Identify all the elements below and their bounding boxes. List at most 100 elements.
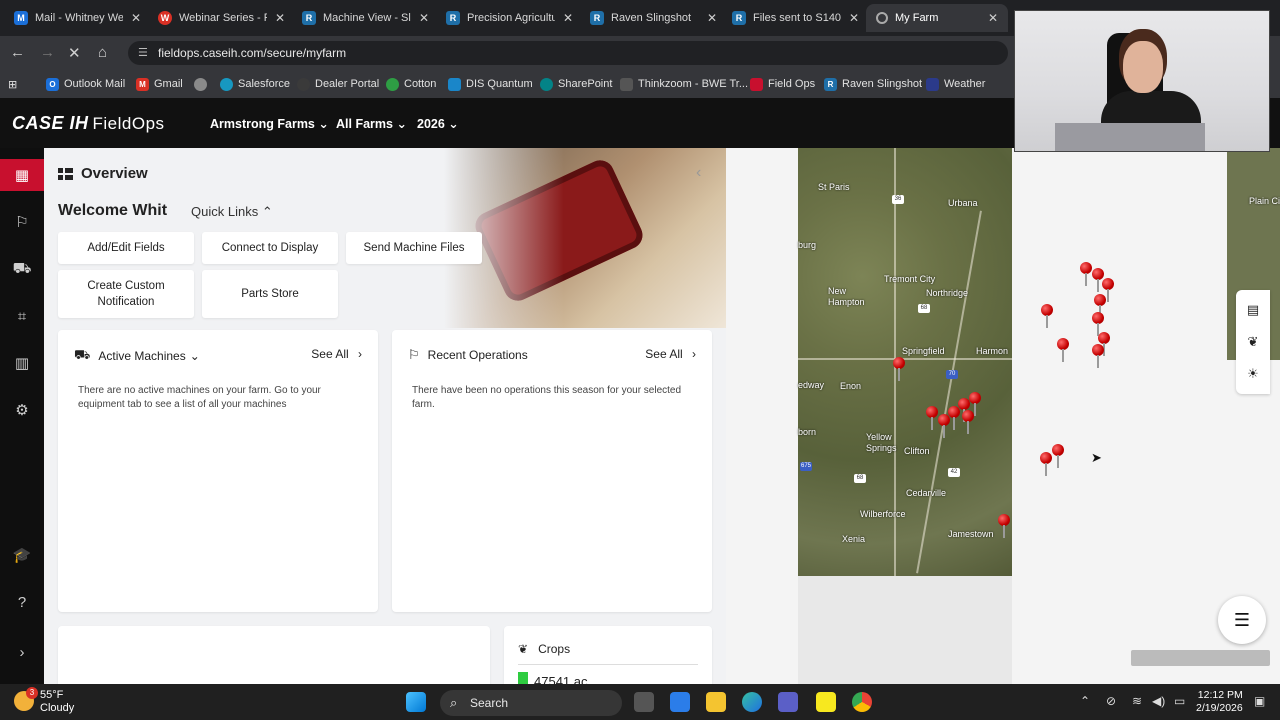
volume-icon[interactable]: ◀) <box>1152 694 1165 708</box>
site-info-icon[interactable]: ☰ <box>138 41 148 65</box>
bookmark-weather[interactable]: Weather <box>926 76 985 92</box>
create-custom-notification-button[interactable]: Create Custom Notification <box>58 270 194 318</box>
sync-off-icon[interactable]: ⊘ <box>1106 694 1116 708</box>
parts-store-button[interactable]: Parts Store <box>202 270 338 318</box>
bookmark-dis-quantum[interactable]: DIS Quantum <box>448 76 533 92</box>
windows-start-icon[interactable] <box>406 692 426 712</box>
year-dropdown[interactable]: 2026 ⌄ <box>417 116 459 131</box>
apps-grid-icon[interactable]: ⊞ <box>8 76 17 92</box>
wifi-icon[interactable]: ≋ <box>1132 694 1142 708</box>
org-dropdown[interactable]: Armstrong Farms ⌄ <box>210 116 329 131</box>
field-pin[interactable] <box>893 357 905 381</box>
bookmark-outlook[interactable]: O Outlook Mail <box>46 76 125 92</box>
chat-support-button[interactable]: ☰ <box>1218 596 1266 644</box>
field-pin[interactable] <box>1057 338 1069 362</box>
field-pin[interactable] <box>958 398 970 422</box>
active-machines-see-all[interactable]: See All › <box>311 347 362 361</box>
close-icon[interactable]: ✕ <box>707 11 717 25</box>
sticky-notes-icon[interactable] <box>816 692 836 712</box>
field-pin[interactable] <box>1052 444 1064 468</box>
field-pin[interactable] <box>1098 332 1110 356</box>
bookmark-salesforce[interactable]: Salesforce <box>220 76 290 92</box>
bookmark-dealer-portal[interactable]: Dealer Portal <box>297 76 379 92</box>
bookmark-thinkzoom[interactable]: Thinkzoom - BWE Tr... <box>620 76 748 92</box>
field-pin[interactable] <box>998 514 1010 538</box>
back-icon[interactable]: ← <box>10 44 25 61</box>
field-pin[interactable] <box>1094 294 1106 318</box>
close-icon[interactable]: ✕ <box>563 11 573 25</box>
field-pin[interactable] <box>1102 278 1114 302</box>
close-icon[interactable]: ✕ <box>849 11 859 25</box>
browser-tab[interactable]: M Mail - Whitney We ✕ <box>4 4 151 32</box>
browser-tab[interactable]: R Machine View - Sli ✕ <box>292 4 439 32</box>
globe-icon <box>194 77 207 91</box>
caseih-fieldops-logo[interactable]: CASE IH FieldOps <box>12 113 165 134</box>
nav-learning-icon[interactable]: 🎓 <box>0 539 44 571</box>
send-machine-files-button[interactable]: Send Machine Files <box>346 232 482 264</box>
file-explorer-icon[interactable] <box>706 692 726 712</box>
quick-links-toggle[interactable]: Quick Links ⌃ <box>191 204 273 220</box>
weather-layer-icon[interactable]: ☀ <box>1236 360 1270 388</box>
active-machines-dropdown[interactable]: ⛟ Active Machines ⌄ <box>74 347 200 365</box>
browser-tab[interactable]: W Webinar Series - Fe ✕ <box>148 4 295 32</box>
field-pin[interactable] <box>1080 262 1092 286</box>
field-pin[interactable] <box>1041 304 1053 328</box>
notifications-icon[interactable]: ▣ <box>1254 694 1265 708</box>
nav-overview-icon[interactable]: ▦ <box>0 159 44 191</box>
chrome-icon[interactable] <box>852 692 872 712</box>
taskbar-clock[interactable]: 12:12 PM 2/19/2026 <box>1196 689 1243 715</box>
close-icon[interactable]: ✕ <box>275 11 285 25</box>
map-layer-icon[interactable]: ▤ <box>1236 296 1270 324</box>
nav-equipment-icon[interactable]: ⛟ <box>0 253 44 285</box>
bookmark-sharepoint[interactable]: SharePoint <box>540 76 612 92</box>
field-pin[interactable] <box>1092 344 1104 368</box>
add-edit-fields-button[interactable]: Add/Edit Fields <box>58 232 194 264</box>
bookmark-globe[interactable] <box>194 76 212 92</box>
chevron-up-icon[interactable]: ⌃ <box>1080 694 1090 708</box>
browser-tab[interactable]: R Raven Slingshot ✕ <box>580 4 727 32</box>
bookmark-raven[interactable]: R Raven Slingshot <box>824 76 922 92</box>
collapse-panel-icon[interactable]: ‹ <box>696 164 701 182</box>
farm-map[interactable]: St Paris Urbana burg Tremont City Northr… <box>726 148 1280 684</box>
battery-icon[interactable]: ▭ <box>1174 694 1185 708</box>
recent-operations-see-all[interactable]: See All › <box>645 347 696 361</box>
nav-fields-icon[interactable]: ⚐ <box>0 206 44 238</box>
recent-operations-card: ⚐ Recent Operations See All › There have… <box>392 330 712 612</box>
field-pin[interactable] <box>1092 268 1104 292</box>
close-icon[interactable]: ✕ <box>988 11 998 25</box>
map-scrollbar[interactable] <box>1131 650 1270 666</box>
map-label: St Paris <box>818 182 850 192</box>
field-pin[interactable] <box>948 406 960 430</box>
field-pin[interactable] <box>969 392 981 416</box>
field-pin[interactable] <box>962 410 974 434</box>
browser-tab[interactable]: R Precision Agricultu ✕ <box>436 4 583 32</box>
field-pin[interactable] <box>1092 312 1104 336</box>
field-pin[interactable] <box>938 414 950 438</box>
close-icon[interactable]: ✕ <box>131 11 141 25</box>
nav-expand-icon[interactable]: › <box>0 636 44 668</box>
field-pin[interactable] <box>926 406 938 430</box>
connect-display-button[interactable]: Connect to Display <box>202 232 338 264</box>
field-pin[interactable] <box>1040 452 1052 476</box>
taskbar-search[interactable]: ⌕ Search <box>440 690 622 716</box>
nav-help-icon[interactable]: ? <box>0 586 44 618</box>
edge-icon[interactable] <box>742 692 762 712</box>
nav-operations-icon[interactable]: ⌗ <box>0 300 44 332</box>
nav-reports-icon[interactable]: ▥ <box>0 347 44 379</box>
forward-icon[interactable]: → <box>40 44 55 61</box>
nav-settings-icon[interactable]: ⚙ <box>0 394 44 426</box>
stop-icon[interactable]: ✕ <box>68 44 81 62</box>
farms-dropdown[interactable]: All Farms ⌄ <box>336 116 407 131</box>
browser-tab-active[interactable]: My Farm ✕ <box>866 4 1008 32</box>
home-icon[interactable]: ⌂ <box>98 44 107 61</box>
bookmark-cotton[interactable]: Cotton <box>386 76 436 92</box>
bookmark-field-ops[interactable]: Field Ops <box>750 76 815 92</box>
crop-layer-icon[interactable]: ❦ <box>1236 328 1270 356</box>
store-icon[interactable] <box>670 692 690 712</box>
close-icon[interactable]: ✕ <box>419 11 429 25</box>
url-field[interactable]: ☰ fieldops.caseih.com/secure/myfarm <box>128 41 1008 65</box>
task-view-icon[interactable] <box>634 692 654 712</box>
browser-tab[interactable]: R Files sent to S1400 ✕ <box>722 4 869 32</box>
bookmark-gmail[interactable]: M Gmail <box>136 76 183 92</box>
teams-icon[interactable] <box>778 692 798 712</box>
